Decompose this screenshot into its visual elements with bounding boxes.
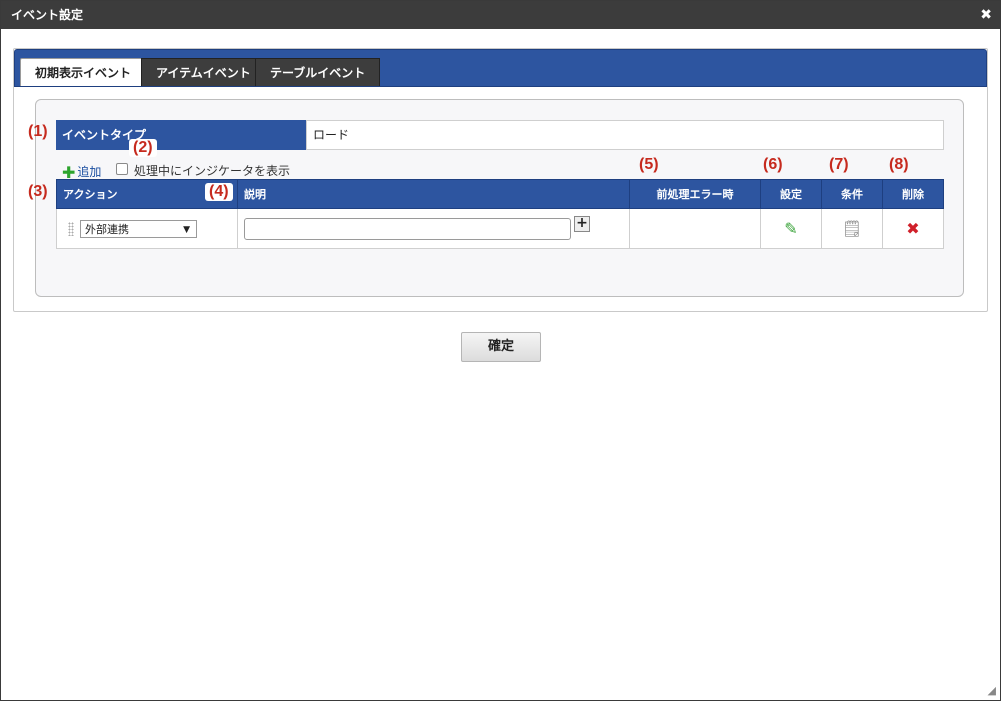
delete-cell: ✖ bbox=[882, 208, 944, 249]
event-type-value: ロード bbox=[306, 120, 944, 150]
action-select[interactable]: 外部連携 ▼ bbox=[80, 219, 197, 238]
tab-bar: 初期表示イベント アイテムイベント テーブルイベント bbox=[14, 49, 987, 87]
table-header-row: アクション 説明 前処理エラー時 設定 条件 削除 bbox=[56, 179, 944, 209]
header-delete: 削除 bbox=[882, 179, 944, 209]
cross-icon[interactable]: ✖ bbox=[884, 219, 942, 238]
drag-handle-icon[interactable] bbox=[68, 221, 74, 236]
annotation-4: (4) bbox=[205, 183, 233, 201]
dropdown-arrow-icon: ▼ bbox=[183, 224, 190, 235]
pencil-icon[interactable]: ✎ bbox=[762, 219, 820, 238]
header-description: 説明 bbox=[237, 179, 630, 209]
indicator-checkbox-label: 処理中にインジケータを表示 bbox=[134, 164, 291, 178]
tab-item-event[interactable]: アイテムイベント bbox=[141, 58, 266, 86]
annotation-3: (3) bbox=[28, 183, 48, 200]
event-settings-dialog: イベント設定 ✖ 初期表示イベント アイテムイベント テーブルイベント イベント… bbox=[0, 0, 1001, 701]
event-panel: 初期表示イベント アイテムイベント テーブルイベント イベントタイプ ロード ✚… bbox=[13, 48, 988, 312]
description-textarea[interactable] bbox=[244, 217, 571, 240]
header-settings: 設定 bbox=[760, 179, 822, 209]
event-type-label: イベントタイプ bbox=[56, 120, 306, 150]
action-table: アクション 説明 前処理エラー時 設定 条件 削除 外部連携 ▼ + ✎ 🗒 ✖ bbox=[56, 179, 944, 249]
action-cell: 外部連携 ▼ bbox=[56, 208, 238, 249]
settings-cell: ✎ bbox=[760, 208, 822, 249]
annotation-1: (1) bbox=[28, 123, 48, 140]
confirm-button[interactable]: 確定 bbox=[461, 332, 541, 362]
annotation-7: (7) bbox=[829, 156, 849, 173]
event-content-area: イベントタイプ ロード ✚ 追加 処理中にインジケータを表示 アクション 説明 前… bbox=[35, 99, 964, 297]
indicator-checkbox[interactable] bbox=[116, 163, 128, 175]
description-cell: + bbox=[237, 208, 630, 249]
resize-grip-icon[interactable]: ◢ bbox=[988, 684, 996, 697]
condition-cell: 🗒 bbox=[821, 208, 883, 249]
annotation-5: (5) bbox=[639, 156, 659, 173]
action-select-value: 外部連携 bbox=[85, 222, 129, 236]
header-pre-error: 前処理エラー時 bbox=[629, 179, 761, 209]
close-icon[interactable]: ✖ bbox=[980, 1, 992, 29]
annotation-2: (2) bbox=[129, 139, 157, 157]
annotation-8: (8) bbox=[889, 156, 909, 173]
annotation-6: (6) bbox=[763, 156, 783, 173]
header-condition: 条件 bbox=[821, 179, 883, 209]
add-link-label: 追加 bbox=[77, 165, 102, 179]
tab-initial-display-event[interactable]: 初期表示イベント bbox=[20, 58, 147, 86]
table-row: 外部連携 ▼ + ✎ 🗒 ✖ bbox=[56, 208, 944, 249]
title-bar[interactable]: イベント設定 ✖ bbox=[1, 1, 1000, 29]
pre-error-cell bbox=[629, 208, 761, 249]
note-icon[interactable]: 🗒 bbox=[823, 219, 881, 238]
dialog-title: イベント設定 bbox=[11, 8, 84, 22]
expand-plus-button[interactable]: + bbox=[574, 215, 590, 232]
tab-table-event[interactable]: テーブルイベント bbox=[255, 58, 381, 86]
